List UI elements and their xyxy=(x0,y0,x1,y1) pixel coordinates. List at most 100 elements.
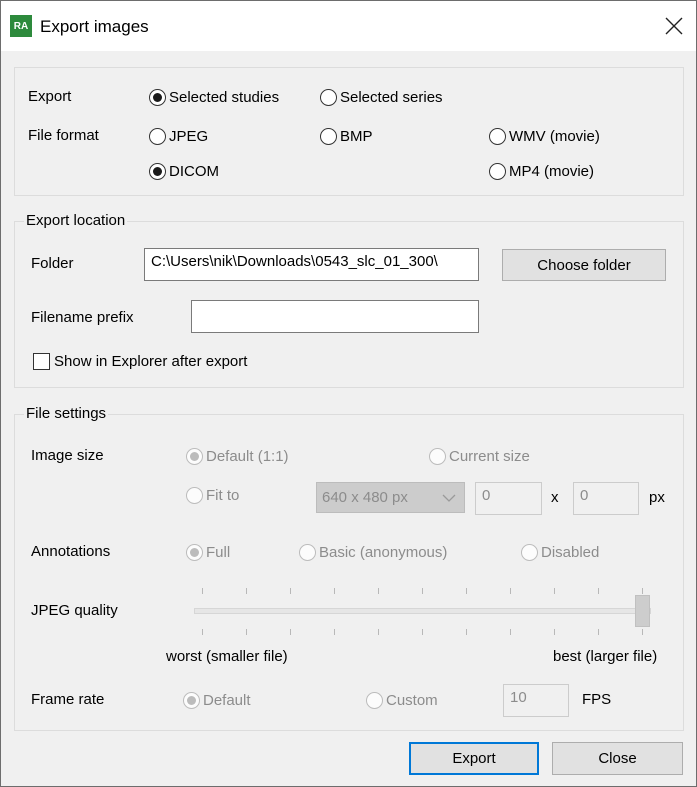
radio-indicator xyxy=(320,128,337,145)
radio-label: Default (1:1) xyxy=(206,448,289,465)
px-unit-label: px xyxy=(649,489,665,506)
radio-label: Disabled xyxy=(541,544,600,561)
radio-label: Selected studies xyxy=(169,89,280,106)
show-in-explorer-checkbox[interactable]: Show in Explorer after export xyxy=(33,353,247,370)
radio-size-current[interactable]: Current size xyxy=(429,448,530,465)
image-size-label: Image size xyxy=(31,447,104,464)
radio-indicator xyxy=(489,128,506,145)
radio-bmp[interactable]: BMP xyxy=(320,128,373,145)
slider-tick xyxy=(554,629,555,635)
slider-tick xyxy=(598,629,599,635)
radio-label: DICOM xyxy=(169,163,219,180)
radio-indicator xyxy=(521,544,538,561)
radio-selected-series[interactable]: Selected series xyxy=(320,89,443,106)
radio-label: Selected series xyxy=(340,89,443,106)
fps-unit-label: FPS xyxy=(582,691,612,708)
slider-tick xyxy=(290,588,291,594)
radio-indicator xyxy=(366,692,383,709)
close-window-icon[interactable] xyxy=(657,9,691,43)
width-input[interactable]: 0 xyxy=(475,482,542,515)
title-bar: RA Export images xyxy=(1,1,696,51)
slider-tick xyxy=(510,629,511,635)
export-location-legend: Export location xyxy=(24,212,128,229)
radio-dicom[interactable]: DICOM xyxy=(149,163,219,180)
radio-size-default[interactable]: Default (1:1) xyxy=(186,448,289,465)
height-input[interactable]: 0 xyxy=(573,482,639,515)
radio-label: JPEG xyxy=(169,128,209,145)
slider-tick xyxy=(202,629,203,635)
radio-indicator xyxy=(429,448,446,465)
radio-jpeg[interactable]: JPEG xyxy=(149,128,208,145)
jpeg-quality-label: JPEG quality xyxy=(31,602,118,619)
window-title: Export images xyxy=(40,17,149,36)
radio-indicator xyxy=(149,163,166,180)
frame-rate-label: Frame rate xyxy=(31,691,105,708)
checkbox-box xyxy=(33,353,50,370)
slider-tick xyxy=(202,588,203,594)
radio-mp4[interactable]: MP4 (movie) xyxy=(489,163,594,180)
radio-label: Custom xyxy=(386,692,438,709)
slider-tick xyxy=(378,629,379,635)
slider-tick xyxy=(334,588,335,594)
radio-indicator xyxy=(320,89,337,106)
radio-indicator xyxy=(299,544,316,561)
radio-indicator xyxy=(186,487,203,504)
radio-selected-studies[interactable]: Selected studies xyxy=(149,89,279,106)
slider-thumb[interactable] xyxy=(635,595,650,627)
jpeg-quality-slider[interactable] xyxy=(194,587,654,637)
slider-tick xyxy=(290,629,291,635)
slider-tick xyxy=(378,588,379,594)
app-logo-icon: RA xyxy=(10,15,32,37)
slider-tick xyxy=(246,588,247,594)
filename-prefix-label: Filename prefix xyxy=(31,309,134,326)
export-images-dialog: RA Export images Export Selected studies… xyxy=(0,0,697,787)
radio-annotations-disabled[interactable]: Disabled xyxy=(521,544,599,561)
radio-indicator xyxy=(183,692,200,709)
radio-label: Default xyxy=(203,692,251,709)
slider-tick xyxy=(598,588,599,594)
radio-label: Fit to xyxy=(206,487,240,504)
chevron-down-icon xyxy=(442,494,456,502)
radio-label: BMP xyxy=(340,128,373,145)
radio-indicator xyxy=(149,89,166,106)
choose-folder-button[interactable]: Choose folder xyxy=(502,249,666,281)
file-settings-group xyxy=(14,414,684,731)
radio-wmv[interactable]: WMV (movie) xyxy=(489,128,600,145)
slider-tick xyxy=(642,629,643,635)
close-button[interactable]: Close xyxy=(552,742,683,775)
radio-label: Full xyxy=(206,544,231,561)
radio-indicator xyxy=(149,128,166,145)
radio-indicator xyxy=(489,163,506,180)
slider-tick xyxy=(642,588,643,594)
radio-annotations-full[interactable]: Full xyxy=(186,544,230,561)
file-settings-legend: File settings xyxy=(24,405,109,422)
slider-tick xyxy=(466,588,467,594)
radio-framerate-custom[interactable]: Custom xyxy=(366,692,438,709)
size-separator-label: x xyxy=(551,489,559,506)
folder-input[interactable]: C:\Users\nik\Downloads\0543_slc_01_300\ xyxy=(144,248,479,281)
radio-framerate-default[interactable]: Default xyxy=(183,692,251,709)
slider-max-label: best (larger file) xyxy=(553,648,658,665)
checkbox-label: Show in Explorer after export xyxy=(54,353,248,370)
slider-min-label: worst (smaller file) xyxy=(166,648,288,665)
radio-label: MP4 (movie) xyxy=(509,163,595,180)
fit-size-select[interactable]: 640 x 480 px xyxy=(316,482,465,513)
radio-indicator xyxy=(186,448,203,465)
radio-label: Current size xyxy=(449,448,530,465)
radio-label: Basic (anonymous) xyxy=(319,544,448,561)
radio-label: WMV (movie) xyxy=(509,128,600,145)
slider-tick xyxy=(554,588,555,594)
fps-input[interactable]: 10 xyxy=(503,684,569,717)
export-label: Export xyxy=(28,88,72,105)
slider-track xyxy=(194,608,651,614)
radio-annotations-basic[interactable]: Basic (anonymous) xyxy=(299,544,447,561)
slider-tick xyxy=(466,629,467,635)
file-format-label: File format xyxy=(28,127,99,144)
radio-indicator xyxy=(186,544,203,561)
slider-tick xyxy=(510,588,511,594)
annotations-label: Annotations xyxy=(31,543,111,560)
export-button[interactable]: Export xyxy=(409,742,539,775)
slider-tick xyxy=(422,588,423,594)
radio-size-fit[interactable]: Fit to xyxy=(186,487,239,504)
filename-prefix-input[interactable] xyxy=(191,300,479,333)
